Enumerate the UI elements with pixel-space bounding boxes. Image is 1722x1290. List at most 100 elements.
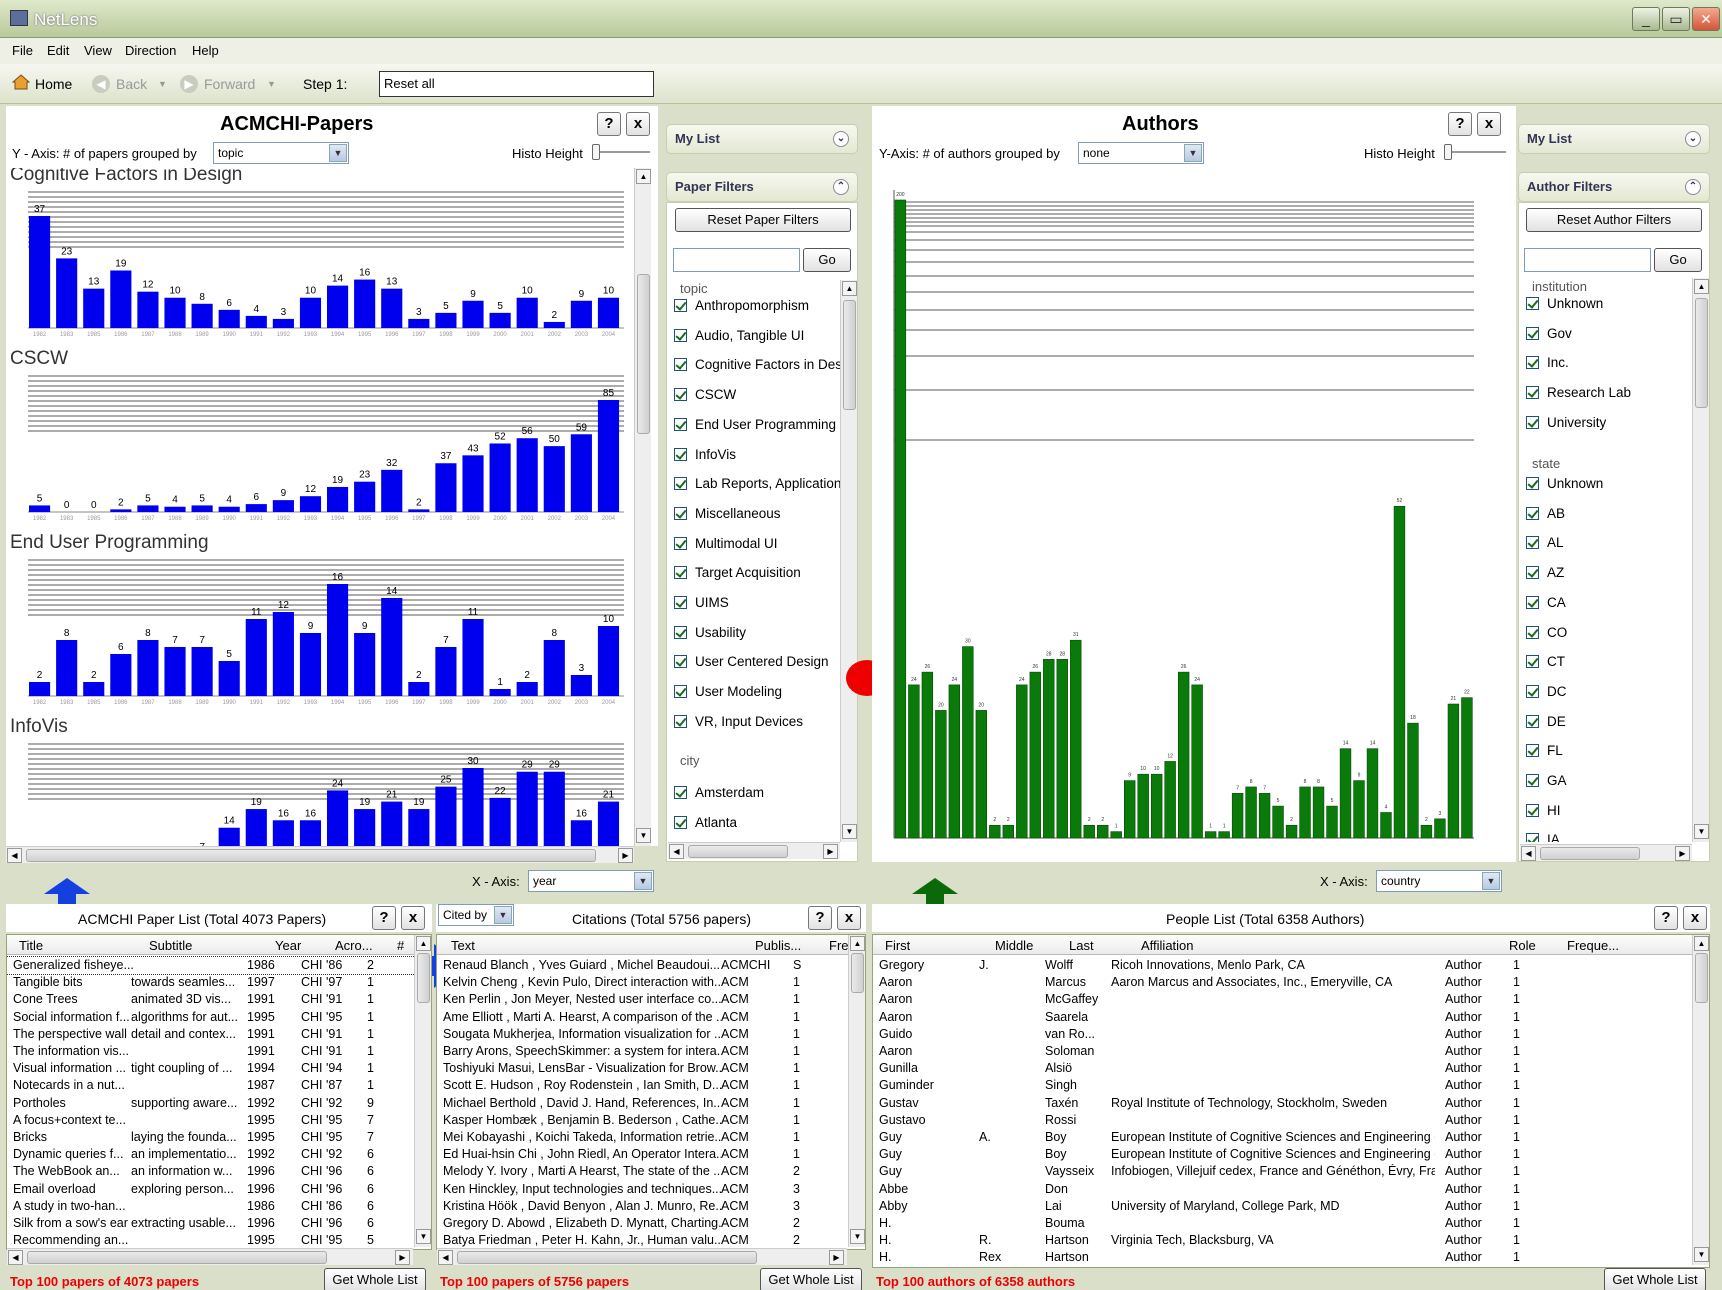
paper-list-vscroll[interactable]: ▲ ▼ — [414, 935, 431, 1247]
scroll-up-icon[interactable]: ▲ — [636, 169, 651, 184]
bar[interactable] — [489, 443, 511, 512]
paper-row[interactable]: A focus+context te... 1995 CHI '95 7 — [7, 1112, 431, 1129]
topic-filter-6[interactable]: Lab Reports, Applications — [674, 476, 840, 502]
bar[interactable] — [245, 619, 267, 696]
bar[interactable] — [921, 671, 934, 839]
scroll-left-icon[interactable]: ◀ — [1521, 846, 1536, 861]
checkbox[interactable] — [674, 506, 687, 520]
checkbox[interactable] — [674, 714, 687, 728]
bar[interactable] — [962, 646, 974, 839]
citation-row[interactable]: Melody Y. Ivory , Marti A Hearst, The st… — [437, 1163, 865, 1180]
left-close-button[interactable]: x — [626, 112, 650, 136]
bar[interactable] — [245, 809, 267, 846]
checkbox[interactable] — [674, 655, 687, 669]
checkbox[interactable] — [1526, 536, 1539, 550]
scroll-thumb[interactable] — [1540, 847, 1640, 860]
col-middle[interactable]: Middle — [995, 938, 1033, 953]
person-row[interactable]: Guminder Singh Author 1 — [873, 1077, 1709, 1094]
citation-row[interactable]: Renaud Blanch , Yves Guiard , Michel Bea… — [437, 957, 865, 974]
citation-row[interactable]: Toshiyuki Masui, LensBar - Visualization… — [437, 1060, 865, 1077]
topic-filter-3[interactable]: CSCW — [674, 387, 736, 413]
bar[interactable] — [570, 434, 592, 512]
bar[interactable] — [1110, 831, 1122, 839]
bar[interactable] — [1380, 812, 1392, 839]
bar[interactable] — [1191, 684, 1203, 839]
menu-edit[interactable]: Edit — [47, 43, 69, 58]
bar[interactable] — [83, 682, 105, 696]
citations-hscroll[interactable]: ◀ ▶ — [437, 1248, 847, 1265]
paper-row[interactable]: Silk from a sow's ear extracting usable..… — [7, 1215, 431, 1232]
bar[interactable] — [408, 682, 430, 696]
scroll-down-icon[interactable]: ▼ — [850, 1229, 865, 1244]
citation-row[interactable]: Sougata Mukherjea, Information visualiza… — [437, 1026, 865, 1043]
person-row[interactable]: Aaron Soloman Author 1 — [873, 1043, 1709, 1060]
institution-filter-1[interactable]: Gov — [1526, 326, 1572, 352]
scroll-thumb[interactable] — [637, 274, 650, 434]
paper-row[interactable]: Email overload exploring person... 1996 CHI… — [7, 1181, 431, 1198]
left-help-button[interactable]: ? — [597, 112, 621, 136]
scroll-thumb[interactable] — [843, 300, 856, 410]
person-row[interactable]: H. Rex Hartson Author 1 — [873, 1249, 1709, 1266]
checkbox[interactable] — [1526, 833, 1539, 842]
step-field[interactable]: Reset all — [379, 71, 654, 97]
person-row[interactable]: Gustav Taxén Royal Institute of Technology… — [873, 1095, 1709, 1112]
scroll-thumb[interactable] — [851, 953, 864, 993]
bar[interactable] — [354, 633, 376, 696]
scroll-thumb[interactable] — [1695, 298, 1708, 408]
state-filter-6[interactable]: CT — [1526, 654, 1565, 680]
author-filter-go-button[interactable]: Go — [1654, 248, 1702, 272]
bar[interactable] — [110, 509, 132, 512]
bar[interactable] — [137, 505, 159, 512]
bar[interactable] — [29, 682, 51, 696]
institution-filter-0[interactable]: Unknown — [1526, 296, 1603, 322]
topic-filter-8[interactable]: Multimodal UI — [674, 536, 778, 562]
topic-filter-11[interactable]: Usability — [674, 625, 746, 651]
person-row[interactable]: Abbe Don Author 1 — [873, 1181, 1709, 1198]
author-filter-vscroll[interactable]: ▲ ▼ — [1692, 278, 1709, 842]
bar[interactable] — [164, 647, 186, 696]
bar[interactable] — [516, 438, 538, 512]
back-button[interactable]: Back — [116, 76, 147, 92]
topic-filter-7[interactable]: Miscellaneous — [674, 506, 781, 532]
bar[interactable] — [435, 647, 457, 696]
bar[interactable] — [164, 506, 186, 512]
checkbox[interactable] — [1526, 506, 1539, 520]
paper-row[interactable]: A study in two-han... 1986 CHI '86 6 — [7, 1198, 431, 1215]
collapse-icon[interactable]: ⌃ — [833, 179, 849, 195]
right-histo-slider[interactable] — [1444, 144, 1506, 160]
maximize-button[interactable]: ▭ — [1662, 7, 1690, 31]
col-role[interactable]: Role — [1509, 938, 1536, 953]
paper-row[interactable]: The information vis... 1991 CHI '91 1 — [7, 1043, 431, 1060]
bar[interactable] — [435, 312, 457, 328]
citations-help-button[interactable]: ? — [808, 906, 832, 930]
bar[interactable] — [218, 661, 240, 696]
author-filters-header[interactable]: Author Filters ⌃ — [1518, 172, 1710, 202]
bar[interactable] — [935, 710, 947, 839]
bar[interactable] — [29, 505, 51, 512]
scroll-right-icon[interactable]: ▶ — [395, 1250, 410, 1265]
person-row[interactable]: Gustavo Rossi Author 1 — [873, 1112, 1709, 1129]
col-year[interactable]: Year — [275, 938, 301, 953]
bar[interactable] — [408, 509, 430, 512]
citation-row[interactable]: Mei Kobayashi , Koichi Takeda, Informati… — [437, 1129, 865, 1146]
right-help-button[interactable]: ? — [1448, 112, 1472, 136]
paper-row[interactable]: The perspective wall detail and contex...… — [7, 1026, 431, 1043]
institution-filter-4[interactable]: University — [1526, 415, 1606, 441]
person-row[interactable]: H. Bouma Author 1 — [873, 1215, 1709, 1232]
bar[interactable] — [1150, 773, 1163, 839]
state-filter-10[interactable]: GA — [1526, 773, 1567, 799]
minimize-button[interactable]: _ — [1632, 7, 1660, 31]
scroll-up-icon[interactable]: ▲ — [416, 936, 431, 951]
scroll-up-icon[interactable]: ▲ — [1694, 936, 1709, 951]
checkbox[interactable] — [674, 786, 687, 799]
paper-get-whole-list-button[interactable]: Get Whole List — [324, 1268, 426, 1290]
checkbox[interactable] — [1526, 415, 1539, 429]
expand-icon[interactable]: ⌄ — [1685, 131, 1701, 147]
bar[interactable] — [597, 801, 620, 846]
bar[interactable] — [137, 640, 159, 696]
checkbox[interactable] — [674, 447, 687, 461]
cited-by-select[interactable]: Cited by ▼ — [438, 904, 514, 926]
scroll-right-icon[interactable]: ▶ — [823, 844, 838, 859]
scroll-up-icon[interactable]: ▲ — [842, 281, 857, 296]
person-row[interactable]: Guido van Ro... Author 1 — [873, 1026, 1709, 1043]
